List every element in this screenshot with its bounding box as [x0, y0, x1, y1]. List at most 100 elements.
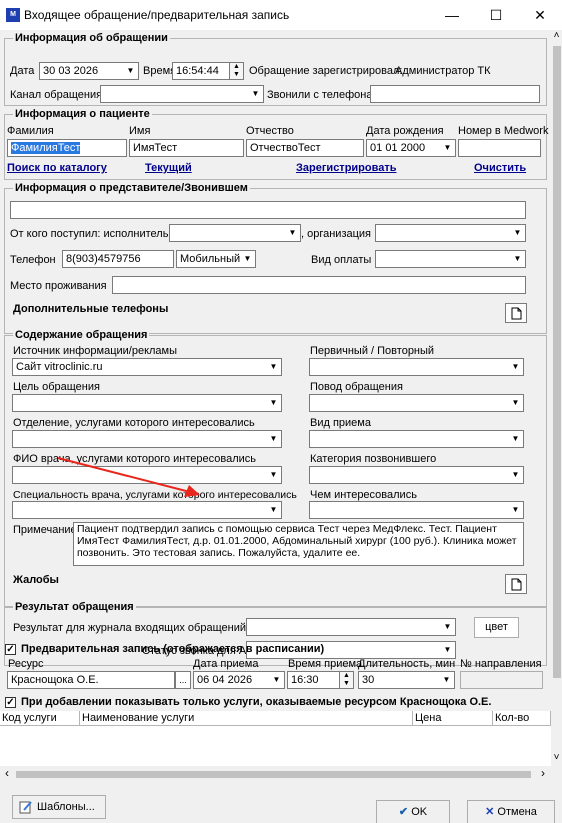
- chevron-down-icon[interactable]: ▼: [123, 63, 138, 79]
- color-button[interactable]: цвет: [474, 617, 519, 638]
- time-input[interactable]: 16:54:44: [172, 62, 230, 80]
- resource-input[interactable]: Краснощока О.Е.: [7, 671, 175, 689]
- visit-date-label: Дата приема: [193, 658, 259, 670]
- minimize-button[interactable]: —: [430, 0, 474, 30]
- vertical-scrollbar[interactable]: ˄ ˅: [551, 30, 562, 766]
- group-content-title: Содержание обращения: [13, 329, 150, 342]
- visit-type-select[interactable]: ▼: [309, 430, 524, 448]
- only-resource-checkbox[interactable]: ✓: [5, 697, 16, 708]
- patronymic-input[interactable]: ОтчествоТест: [246, 139, 364, 157]
- link-register[interactable]: Зарегистрировать: [296, 162, 397, 175]
- dob-month: 01: [385, 142, 398, 154]
- col-price[interactable]: Цена: [413, 711, 493, 726]
- date-label: Дата: [10, 65, 35, 77]
- document-icon: [511, 578, 522, 591]
- journal-select[interactable]: ▼: [246, 618, 456, 636]
- scroll-left-icon[interactable]: ‹: [0, 766, 14, 783]
- scroll-down-icon[interactable]: ˅: [551, 752, 562, 766]
- date-input[interactable]: 30 03 2026 ▼: [39, 62, 139, 80]
- phone-from-label: Звонили с телефона: [267, 89, 373, 101]
- dob-day: 01: [370, 142, 383, 154]
- payment-select[interactable]: ▼: [375, 250, 526, 268]
- extra-phones-button[interactable]: [505, 303, 527, 323]
- medwork-label: Номер в Medwork: [458, 125, 549, 137]
- reason-label: Повод обращения: [310, 381, 403, 393]
- group-result-title: Результат обращения: [13, 601, 136, 614]
- patronymic-label: Отчество: [246, 125, 294, 137]
- visit-time-input[interactable]: 16:30: [287, 671, 340, 689]
- vertical-scroll-thumb[interactable]: [553, 46, 561, 678]
- referral-input[interactable]: [460, 671, 543, 689]
- link-clear[interactable]: Очистить: [474, 162, 526, 175]
- registered-label: Обращение зарегистрировал:: [249, 65, 403, 77]
- date-year: 2026: [73, 65, 99, 77]
- executor-select[interactable]: ▼: [169, 224, 301, 242]
- address-input[interactable]: [112, 276, 526, 294]
- scroll-right-icon[interactable]: ›: [536, 766, 550, 783]
- channel-select[interactable]: ▼: [100, 85, 264, 103]
- chevron-down-icon[interactable]: ▼: [440, 140, 455, 156]
- only-resource-title: При добавлении показывать только услуги,…: [21, 696, 492, 708]
- cancel-button[interactable]: ✕ Отмена: [467, 800, 555, 823]
- phone-input[interactable]: 8(903)4579756: [62, 250, 174, 268]
- firstname-label: Имя: [129, 125, 151, 137]
- visit-time-spin-icon[interactable]: ▲ ▼: [340, 671, 354, 689]
- horizontal-scrollbar[interactable]: ‹ ›: [0, 766, 551, 783]
- goal-select[interactable]: ▼: [12, 394, 282, 412]
- resource-browse-button[interactable]: ...: [175, 671, 191, 689]
- department-select[interactable]: ▼: [12, 430, 282, 448]
- duration-select[interactable]: 30 ▼: [358, 671, 455, 689]
- source-select[interactable]: Сайт vitroclinic.ru ▼: [12, 358, 282, 376]
- chevron-down-icon: ▼: [269, 505, 278, 514]
- col-qty[interactable]: Кол-во: [493, 711, 551, 726]
- templates-button[interactable]: Шаблоны...: [12, 795, 106, 819]
- firstname-input[interactable]: ИмяТест: [129, 139, 244, 157]
- chevron-down-icon: ▼: [513, 254, 522, 263]
- phone-from-input[interactable]: [370, 85, 540, 103]
- caller-category-label: Категория позвонившего: [310, 453, 437, 465]
- chevron-down-icon: ▼: [269, 362, 278, 371]
- prebook-checkbox[interactable]: ✓: [5, 644, 16, 655]
- col-code[interactable]: Код услуги: [0, 711, 80, 726]
- caller-category-select[interactable]: ▼: [309, 466, 524, 484]
- chevron-down-icon[interactable]: ▼: [269, 672, 284, 688]
- horizontal-scroll-thumb[interactable]: [16, 771, 531, 778]
- link-search-catalog[interactable]: Поиск по каталогу: [7, 162, 107, 175]
- channel-label: Канал обращения: [10, 89, 103, 101]
- group-patient: Информация о пациенте Фамилия Имя Отчест…: [4, 108, 549, 180]
- phone-type-select[interactable]: Мобильный ▼: [176, 250, 256, 268]
- col-name[interactable]: Наименование услуги: [80, 711, 413, 726]
- visit-date-input[interactable]: 06 04 2026 ▼: [193, 671, 285, 689]
- complaints-button[interactable]: [505, 574, 527, 594]
- reason-select[interactable]: ▼: [309, 394, 524, 412]
- time-spin-icon[interactable]: ▲ ▼: [230, 62, 244, 80]
- chevron-down-icon: ▼: [269, 470, 278, 479]
- close-button[interactable]: ✕: [518, 0, 562, 30]
- maximize-button[interactable]: ☐: [474, 0, 518, 30]
- journal-label: Результат для журнала входящих обращений: [13, 622, 246, 634]
- chevron-down-icon: ▼: [513, 228, 522, 237]
- chevron-down-icon: ▼: [442, 675, 451, 684]
- services-table[interactable]: Код услуги Наименование услуги Цена Кол-…: [0, 711, 551, 766]
- medwork-input[interactable]: [458, 139, 541, 157]
- address-label: Место проживания: [10, 280, 107, 292]
- group-patient-title: Информация о пациенте: [13, 108, 152, 121]
- primary-select[interactable]: ▼: [309, 358, 524, 376]
- cross-icon: ✕: [485, 806, 495, 818]
- ok-button[interactable]: ✔ OK: [376, 800, 450, 823]
- group-representative-title: Информация о представителе/Звонившем: [13, 182, 250, 195]
- scroll-up-icon[interactable]: ˄: [551, 30, 562, 44]
- dob-year: 2000: [400, 142, 426, 154]
- chevron-down-icon: ▼: [269, 434, 278, 443]
- chevron-down-icon: ▼: [243, 254, 252, 263]
- representative-name-input[interactable]: [10, 201, 526, 219]
- interest-select[interactable]: ▼: [309, 501, 524, 519]
- visit-date-year: 2026: [227, 674, 253, 686]
- link-current[interactable]: Текущий: [145, 162, 192, 175]
- chevron-down-icon: ▼: [511, 398, 520, 407]
- lastname-input[interactable]: ФамилияТест: [7, 139, 127, 157]
- organization-select[interactable]: ▼: [375, 224, 526, 242]
- specialty-select[interactable]: ▼: [12, 501, 282, 519]
- dob-input[interactable]: 01 01 2000 ▼: [366, 139, 456, 157]
- note-textarea[interactable]: Пациент подтвердил запись с помощью серв…: [73, 522, 524, 566]
